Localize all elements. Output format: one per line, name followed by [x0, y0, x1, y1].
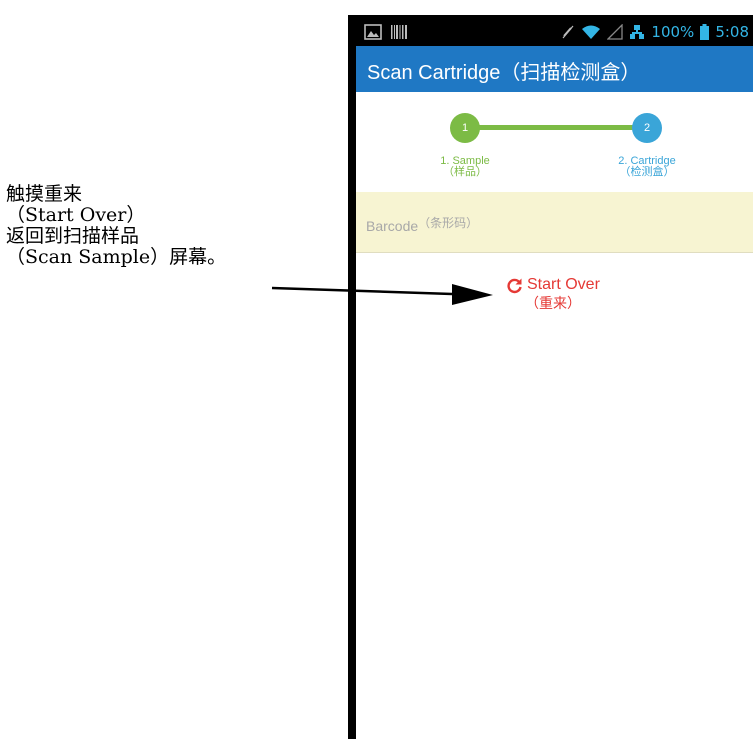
battery-icon [700, 24, 710, 40]
barcode-label: Barcode（条形码） [366, 214, 478, 234]
battery-percent: 100% [651, 23, 695, 41]
start-over-button[interactable]: Start Over （重来） [506, 276, 600, 313]
callout-line-1: 触摸重来 [6, 183, 83, 205]
page-title: Scan Cartridge（扫描检测盒） [367, 62, 641, 84]
callout-line-4: （Scan Sample）屏幕。 [6, 246, 227, 268]
callout-annotation: 触摸重来 （Start Over） 返回到扫描样品 （Scan Sample）屏… [6, 184, 291, 268]
start-over-label-cn: （重来） [524, 295, 581, 311]
refresh-icon [507, 278, 522, 293]
phone-frame: 100% 5:08 Scan Cartridge（扫描检测盒） 1 2 1. S… [348, 15, 753, 739]
step-1-label-cn: （样品） [443, 166, 487, 178]
mute-icon [562, 25, 574, 39]
step-2-label: 2. Cartridge （检测盒） [602, 156, 692, 178]
image-icon [364, 24, 382, 40]
step-2-label-cn: （检测盒） [619, 166, 675, 178]
callout-line-2: （Start Over） [6, 204, 146, 226]
step-1-label: 1. Sample （样品） [420, 156, 510, 178]
stepper: 1 2 1. Sample （样品） 2. Cartridge （检测盒） [356, 92, 753, 192]
barcode-icon [391, 25, 407, 39]
app-bar: Scan Cartridge（扫描检测盒） [356, 46, 753, 92]
barcode-label-cn: （条形码） [418, 216, 479, 230]
status-bar: 100% 5:08 [356, 20, 753, 46]
step-1-circle[interactable]: 1 [450, 113, 480, 143]
barcode-input-row[interactable]: Barcode（条形码） [356, 192, 753, 253]
barcode-label-en: Barcode [366, 218, 419, 234]
phone-screen: 100% 5:08 Scan Cartridge（扫描检测盒） 1 2 1. S… [356, 20, 753, 739]
clock: 5:08 [715, 23, 749, 41]
stepper-connector [466, 125, 646, 130]
network-icon [630, 25, 645, 39]
wifi-icon [582, 25, 601, 39]
signal-icon [607, 24, 624, 40]
callout-line-3: 返回到扫描样品 [6, 225, 140, 247]
step-2-circle[interactable]: 2 [632, 113, 662, 143]
start-over-label: Start Over [527, 276, 600, 293]
